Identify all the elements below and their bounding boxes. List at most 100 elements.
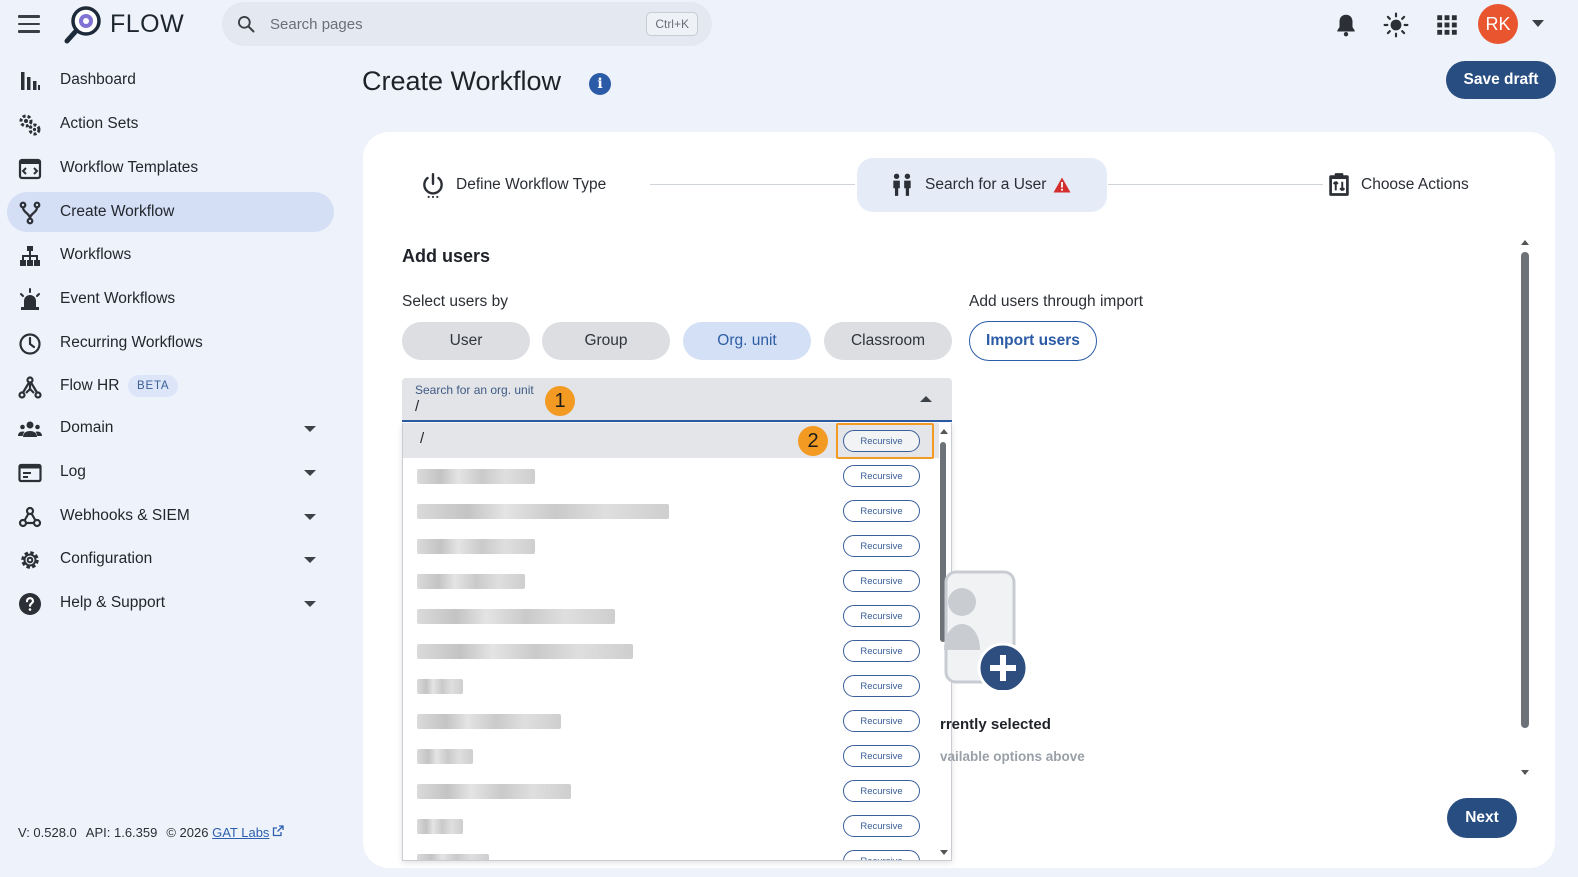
- redacted-org-unit-name: [417, 644, 633, 659]
- import-users-button[interactable]: Import users: [969, 321, 1097, 361]
- recursive-button[interactable]: Recursive: [843, 605, 920, 627]
- recursive-button[interactable]: Recursive: [843, 465, 920, 487]
- gear-icon: [21, 551, 39, 569]
- recursive-button[interactable]: Recursive: [843, 745, 920, 767]
- recursive-button[interactable]: Recursive: [843, 500, 920, 522]
- step-search-for-a-user[interactable]: Search for a User: [857, 158, 1107, 212]
- sidebar-item-label: Workflows: [60, 246, 132, 263]
- redacted-org-unit-name: [417, 609, 615, 624]
- app-version: V: 0.528.0: [18, 825, 77, 840]
- org-unit-row[interactable]: Recursive: [403, 598, 939, 633]
- people-icon: [18, 421, 42, 437]
- sidebar-item-workflows[interactable]: Workflows: [7, 235, 334, 275]
- recursive-button[interactable]: Recursive: [843, 675, 920, 697]
- search-bar[interactable]: Ctrl+K: [222, 2, 712, 46]
- sidebar-item-help-support[interactable]: Help & Support: [7, 583, 334, 623]
- sidebar-item-domain[interactable]: Domain: [7, 408, 334, 448]
- select-by-user-button[interactable]: User: [402, 322, 530, 360]
- org-unit-row[interactable]: Recursive: [403, 843, 939, 860]
- sidebar-item-label: Webhooks & SIEM: [60, 507, 190, 524]
- org-unit-dropdown-list[interactable]: / Recursive Recursive Recursive Recursive Rec…: [402, 423, 952, 861]
- chevron-down-icon: [304, 470, 316, 476]
- top-bar: FLOW Ctrl+K RK: [0, 0, 1578, 50]
- recursive-button[interactable]: Recursive: [843, 640, 920, 662]
- apps-grid-icon[interactable]: [1434, 12, 1460, 38]
- org-unit-row[interactable]: Recursive: [403, 563, 939, 598]
- add-user-illustration-icon: [944, 570, 1029, 690]
- chevron-up-icon[interactable]: [920, 396, 932, 402]
- search-input[interactable]: [270, 2, 630, 46]
- recursive-button[interactable]: Recursive: [843, 570, 920, 592]
- hierarchy-icon: [20, 246, 40, 266]
- sidebar-item-event-workflows[interactable]: Event Workflows: [7, 279, 334, 319]
- redacted-org-unit-name: [417, 469, 535, 484]
- next-button[interactable]: Next: [1447, 798, 1517, 838]
- redacted-org-unit-name: [417, 784, 571, 799]
- recursive-button[interactable]: Recursive: [843, 710, 920, 732]
- stepper-connector: [650, 184, 855, 185]
- recursive-button[interactable]: Recursive: [843, 850, 920, 860]
- redacted-org-unit-name: [417, 854, 489, 860]
- theme-brightness-icon[interactable]: [1383, 12, 1409, 38]
- app-logo[interactable]: FLOW: [64, 4, 184, 44]
- org-unit-search-value[interactable]: /: [415, 398, 419, 415]
- org-unit-row[interactable]: Recursive: [403, 773, 939, 808]
- org-unit-search-label: Search for an org. unit: [415, 383, 534, 397]
- sidebar-item-label: Event Workflows: [60, 290, 176, 307]
- users-icon: [893, 173, 911, 196]
- sidebar-item-label: Workflow Templates: [60, 159, 199, 176]
- user-avatar[interactable]: RK: [1478, 4, 1518, 44]
- save-draft-button[interactable]: Save draft: [1446, 61, 1556, 99]
- sidebar-item-recurring-workflows[interactable]: Recurring Workflows: [7, 323, 334, 363]
- sidebar-item-dashboard[interactable]: Dashboard: [7, 60, 334, 100]
- sidebar-item-webhooks-siem[interactable]: Webhooks & SIEM: [7, 496, 334, 536]
- recursive-button[interactable]: Recursive: [843, 780, 920, 802]
- sidebar-item-flow-hr[interactable]: Flow HR BETA: [7, 366, 334, 406]
- sidebar-item-configuration[interactable]: Configuration: [7, 539, 334, 579]
- org-unit-search-field[interactable]: Search for an org. unit /: [402, 378, 952, 422]
- select-by-org-unit-button[interactable]: Org. unit: [683, 322, 811, 360]
- add-users-heading: Add users: [402, 246, 491, 266]
- select-by-classroom-button[interactable]: Classroom: [824, 322, 952, 360]
- account-menu-caret-icon[interactable]: [1532, 20, 1544, 27]
- recursive-button[interactable]: Recursive: [843, 535, 920, 557]
- org-unit-row[interactable]: Recursive: [403, 493, 939, 528]
- redacted-org-unit-name: [417, 714, 561, 729]
- sidebar-item-label: Create Workflow: [60, 203, 175, 220]
- sidebar-item-create-workflow[interactable]: Create Workflow: [7, 192, 334, 232]
- redacted-org-unit-name: [417, 539, 535, 554]
- select-users-by-label: Select users by: [402, 293, 508, 310]
- step-label: Search for a User: [925, 176, 1047, 193]
- recursive-button[interactable]: Recursive: [843, 815, 920, 837]
- org-unit-row[interactable]: Recursive: [403, 633, 939, 668]
- select-by-group-button[interactable]: Group: [542, 322, 670, 360]
- org-unit-row[interactable]: Recursive: [403, 808, 939, 843]
- org-unit-row[interactable]: Recursive: [403, 668, 939, 703]
- gat-labs-link[interactable]: GAT Labs: [212, 825, 269, 840]
- warning-icon: [1053, 177, 1071, 193]
- org-unit-row[interactable]: Recursive: [403, 738, 939, 773]
- clipboard-icon: [1329, 173, 1349, 196]
- info-icon[interactable]: i: [589, 73, 611, 95]
- annotation-badge-2: 2: [798, 426, 828, 456]
- card-scrollbar-thumb[interactable]: [1521, 252, 1529, 728]
- menu-icon[interactable]: [18, 15, 40, 33]
- org-unit-row[interactable]: Recursive: [403, 528, 939, 563]
- redacted-org-unit-name: [417, 504, 669, 519]
- flow-hr-icon: [18, 376, 42, 399]
- sidebar-item-log[interactable]: Log: [7, 452, 334, 492]
- sidebar-item-label: Flow HR: [60, 377, 120, 394]
- sidebar-item-label: Action Sets: [60, 115, 139, 132]
- org-unit-row[interactable]: Recursive: [403, 703, 939, 738]
- fork-icon: [19, 201, 41, 225]
- sidebar-item-action-sets[interactable]: Action Sets: [7, 104, 334, 144]
- org-unit-name: /: [420, 430, 425, 447]
- step-define-workflow-type[interactable]: Define Workflow Type: [420, 158, 606, 212]
- sidebar-item-label: Domain: [60, 419, 114, 436]
- sidebar-item-workflow-templates[interactable]: Workflow Templates: [7, 148, 334, 188]
- org-unit-row[interactable]: Recursive: [403, 458, 939, 493]
- notifications-bell-icon[interactable]: [1333, 12, 1359, 38]
- chevron-down-icon: [304, 601, 316, 607]
- step-choose-actions[interactable]: Choose Actions: [1326, 158, 1469, 212]
- sidebar-item-label: Configuration: [60, 550, 153, 567]
